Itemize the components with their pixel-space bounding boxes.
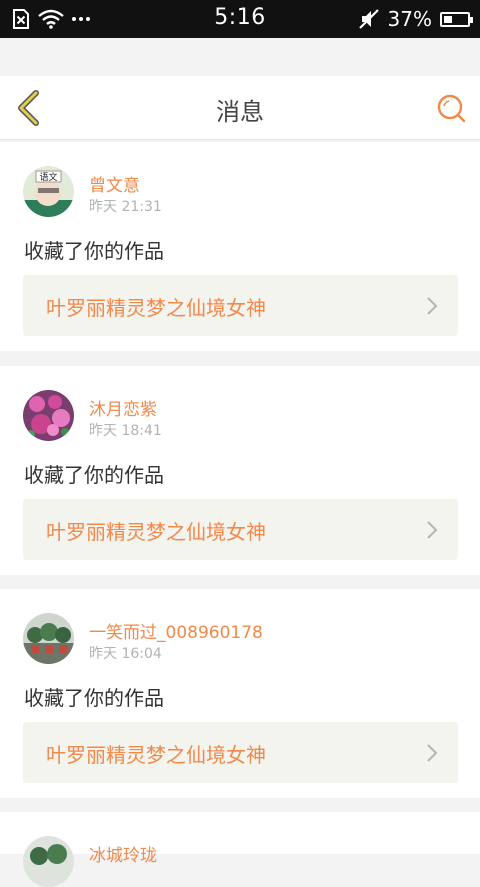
message-time: 昨天 18:41 <box>89 423 162 439</box>
chevron-right-icon <box>427 744 438 762</box>
avatar-image: 语文 <box>23 166 74 217</box>
message-action: 收藏了你的作品 <box>24 463 164 487</box>
avatar[interactable]: 语文 <box>23 166 74 217</box>
message-time: 昨天 21:31 <box>89 199 162 215</box>
work-title: 叶罗丽精灵梦之仙境女神 <box>46 520 266 544</box>
avatar-tag-text: 语文 <box>39 171 57 183</box>
chevron-right-icon <box>427 297 438 315</box>
avatar-image <box>23 836 74 887</box>
message-action: 收藏了你的作品 <box>24 239 164 263</box>
user-name[interactable]: 一笑而过_008960178 <box>89 618 263 643</box>
nav-bar: 消息 <box>0 76 480 140</box>
message-action: 收藏了你的作品 <box>24 686 164 710</box>
avatar[interactable] <box>23 836 74 887</box>
message-item[interactable]: 语文 曾文意 昨天 21:31 收藏了你的作品 叶罗丽精灵梦之仙境女神 <box>0 142 480 351</box>
avatar-image <box>23 390 74 441</box>
message-time: 昨天 16:04 <box>89 646 162 662</box>
message-item[interactable]: 冰城玲珑 <box>0 812 480 887</box>
chevron-right-icon <box>427 521 438 539</box>
battery-icon <box>440 11 473 27</box>
work-link[interactable]: 叶罗丽精灵梦之仙境女神 <box>23 275 458 336</box>
user-name[interactable]: 曾文意 <box>89 171 140 196</box>
work-title: 叶罗丽精灵梦之仙境女神 <box>46 296 266 320</box>
user-name[interactable]: 沐月恋紫 <box>89 395 157 420</box>
avatar[interactable] <box>23 613 74 664</box>
avatar[interactable] <box>23 390 74 441</box>
page-title: 消息 <box>216 98 264 126</box>
status-right-icons: 37% <box>358 6 473 32</box>
mute-icon <box>358 9 379 29</box>
message-item[interactable]: 一笑而过_008960178 昨天 16:04 收藏了你的作品 叶罗丽精灵梦之仙… <box>0 589 480 798</box>
work-title: 叶罗丽精灵梦之仙境女神 <box>46 743 266 767</box>
search-icon[interactable] <box>436 93 466 123</box>
work-link[interactable]: 叶罗丽精灵梦之仙境女神 <box>23 499 458 560</box>
avatar-image <box>23 613 74 664</box>
battery-level-fill <box>444 15 452 23</box>
message-item[interactable]: 沐月恋紫 昨天 18:41 收藏了你的作品 叶罗丽精灵梦之仙境女神 <box>0 366 480 575</box>
status-bar: 5:16 37% <box>0 0 480 38</box>
battery-percent: 37% <box>387 7 432 31</box>
work-link[interactable]: 叶罗丽精灵梦之仙境女神 <box>23 722 458 783</box>
